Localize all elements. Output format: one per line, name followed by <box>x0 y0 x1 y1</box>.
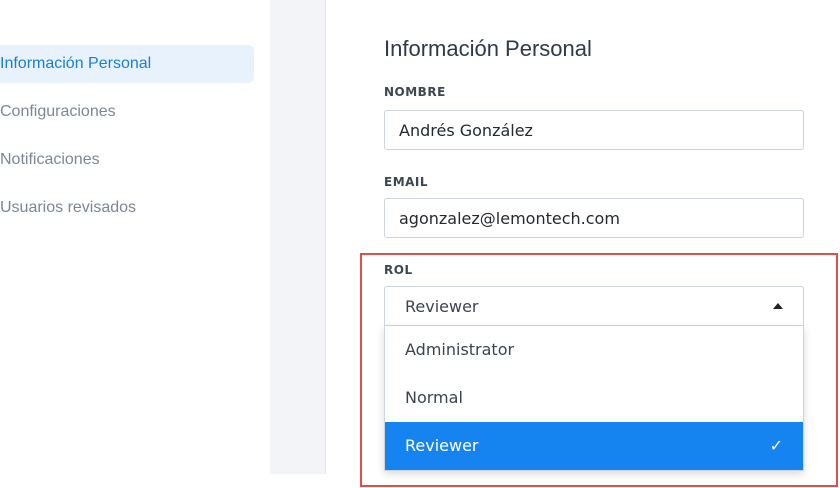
role-dropdown-menu: Administrator Normal Reviewer ✓ <box>384 326 804 471</box>
role-select-value: Reviewer <box>405 296 479 316</box>
name-input[interactable] <box>384 110 804 150</box>
role-option-label: Normal <box>405 388 463 407</box>
role-option-label: Reviewer <box>405 436 479 455</box>
sidebar-item-notificaciones[interactable]: Notificaciones <box>0 141 254 179</box>
page-title: Información Personal <box>384 36 592 61</box>
role-option-label: Administrator <box>405 340 515 359</box>
role-option-reviewer[interactable]: Reviewer ✓ <box>385 422 803 470</box>
content-gutter <box>270 0 326 474</box>
email-input[interactable] <box>384 198 804 238</box>
role-option-normal[interactable]: Normal <box>385 374 803 422</box>
caret-up-icon <box>773 303 783 309</box>
name-label: NOMBRE <box>384 85 446 99</box>
sidebar-item-configuraciones[interactable]: Configuraciones <box>0 93 254 131</box>
role-option-administrator[interactable]: Administrator <box>385 326 803 374</box>
sidebar: Información Personal Configuraciones Not… <box>0 0 270 474</box>
email-label: EMAIL <box>384 175 429 189</box>
role-select[interactable]: Reviewer <box>384 286 804 326</box>
sidebar-item-informacion-personal[interactable]: Información Personal <box>0 45 254 83</box>
role-label: ROL <box>384 263 413 277</box>
check-icon: ✓ <box>769 436 783 455</box>
sidebar-item-usuarios-revisados[interactable]: Usuarios revisados <box>0 189 254 227</box>
